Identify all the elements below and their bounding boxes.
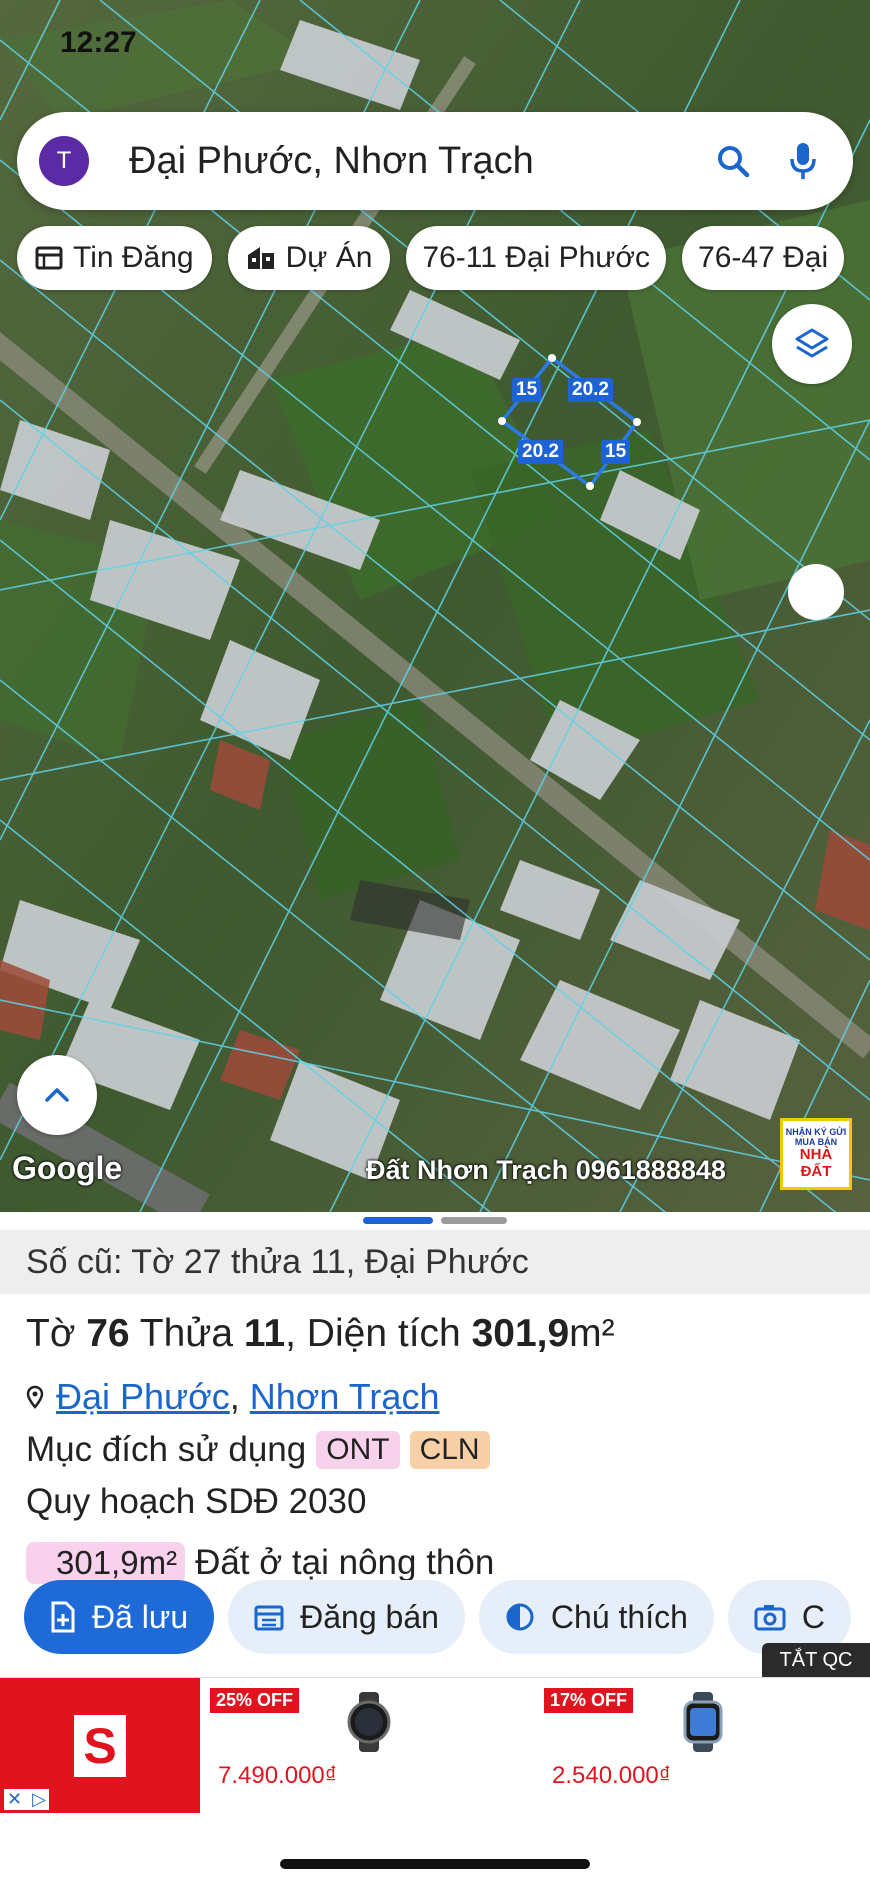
legend-label: Chú thích — [550, 1598, 688, 1635]
saved-button[interactable]: Đã lưu — [24, 1580, 215, 1654]
microphone-icon[interactable] — [775, 133, 831, 189]
chip-label: 76-47 Đại — [698, 241, 829, 274]
chip-label: 76-11 Đại Phước — [422, 241, 651, 274]
area-unit: m² — [569, 1312, 615, 1355]
ward-link[interactable]: Đại Phước — [56, 1376, 230, 1417]
parcel-edge-label: 20.2 — [518, 440, 563, 464]
location-pin-icon — [26, 1385, 44, 1409]
close-ad-button[interactable]: TẮT QC — [762, 1643, 870, 1677]
chip-label: Tin Đăng — [73, 241, 194, 274]
map-watermark: Đất Nhơn Trạch 0961888848 — [366, 1155, 726, 1185]
chip-recent-parcel[interactable]: 76-11 Đại Phước — [406, 226, 667, 290]
parcel-edge-label: 15 — [601, 440, 631, 464]
listing-icon — [35, 246, 63, 270]
discount-badge: 17% OFF — [544, 1688, 634, 1713]
chip-projects[interactable]: Dự Án — [227, 226, 391, 290]
chevron-up-icon — [45, 1088, 69, 1102]
offer-price: 7.490.000₫ — [218, 1762, 338, 1789]
sheet-grabber[interactable] — [0, 1217, 870, 1224]
land-use-plan-label: Quy hoạch SDĐ 2030 — [26, 1482, 367, 1521]
purpose-badge: CLN — [409, 1431, 490, 1469]
layers-button[interactable] — [772, 304, 852, 384]
file-add-icon — [51, 1601, 75, 1633]
chip-label: Dự Án — [285, 241, 373, 274]
title-prefix: Tờ — [26, 1312, 87, 1355]
agency-stamp-logo: NHẬN KÝ GỬI MUA BÁN NHÀ ĐẤT — [780, 1118, 852, 1190]
chip-recent-parcel[interactable]: 76-47 Đại — [682, 226, 845, 290]
discount-badge: 25% OFF — [210, 1688, 300, 1713]
ad-info[interactable]: ✕ ▷ — [4, 1789, 49, 1810]
parcel-edge-label: 15 — [512, 378, 542, 402]
brand-s-icon: S — [74, 1714, 126, 1777]
status-time: 12:27 — [60, 26, 137, 59]
filter-chips: Tin Đăng Dự Án 76-11 Đại Phước 76-47 Đại — [17, 226, 845, 290]
search-input[interactable]: Đại Phước, Nhơn Trạch — [129, 140, 705, 183]
parcel-address: Đại Phước, Nhơn Trạch — [26, 1376, 439, 1418]
camera-icon — [754, 1605, 786, 1631]
legend-button[interactable]: Chú thích — [478, 1580, 714, 1654]
chip-listings[interactable]: Tin Đăng — [17, 226, 212, 290]
ad-offer[interactable]: 25% OFF 7.490.000₫ — [210, 1688, 480, 1808]
location-marker[interactable] — [788, 564, 844, 620]
title-mid: Thửa — [129, 1312, 244, 1355]
plot-number: 11 — [243, 1312, 286, 1355]
district-link[interactable]: Nhơn Trạch — [250, 1376, 440, 1417]
satellite-map[interactable]: 15 20.2 20.2 15 12:27 T Đại Phước, Nhơn … — [0, 0, 870, 1212]
smartwatch-icon — [347, 1692, 391, 1752]
building-icon — [247, 247, 274, 269]
avatar[interactable]: T — [39, 136, 89, 186]
contrast-icon — [506, 1603, 534, 1631]
google-logo: Google — [12, 1150, 123, 1186]
land-use-purpose: Mục đích sử dụng ONT CLN — [26, 1430, 490, 1470]
purpose-badge: ONT — [316, 1431, 400, 1469]
saved-label: Đã lưu — [92, 1598, 189, 1635]
stamp-big-text: NHÀ ĐẤT — [799, 1146, 833, 1180]
parcel-title: Tờ 76 Thửa 11, Diện tích 301,9m² — [26, 1312, 615, 1356]
offer-price: 2.540.000₫ — [552, 1762, 672, 1789]
ad-banner[interactable]: S ✕ ▷ 25% OFF 7.490.000₫ 17% OFF 2.540.0… — [0, 1677, 870, 1813]
camera-label: C — [801, 1598, 825, 1635]
title-area-label: , Diện tích — [285, 1312, 472, 1355]
parcel-edge-label: 20.2 — [568, 378, 613, 402]
stamp-small-text: NHẬN KÝ GỬI MUA BÁN — [785, 1126, 847, 1147]
old-parcel-number: Số cũ: Tờ 27 thửa 11, Đại Phước — [0, 1230, 870, 1294]
grabber-active — [363, 1217, 433, 1224]
home-indicator[interactable] — [280, 1859, 590, 1869]
grabber-inactive — [441, 1217, 507, 1224]
sheet-number: 76 — [86, 1312, 130, 1355]
parcel-area: 301,9 — [471, 1312, 570, 1355]
search-icon[interactable] — [705, 133, 761, 189]
land-area-badge: 301,9m² — [26, 1542, 186, 1584]
land-type: Đất ở tại nông thôn — [195, 1543, 495, 1582]
calendar-list-icon — [254, 1605, 284, 1631]
layers-icon — [795, 328, 829, 358]
purpose-label: Mục đích sử dụng — [26, 1430, 307, 1469]
search-bar[interactable]: T Đại Phước, Nhơn Trạch — [17, 112, 853, 210]
post-for-sale-label: Đăng bán — [300, 1598, 439, 1635]
land-type-row: 301,9m² Đất ở tại nông thôn — [26, 1542, 494, 1584]
smartwatch-icon — [683, 1692, 723, 1752]
post-for-sale-button[interactable]: Đăng bán — [228, 1580, 465, 1654]
ad-offer[interactable]: 17% OFF 2.540.000₫ — [544, 1688, 814, 1808]
adchoices-icon[interactable]: ▷ — [29, 1789, 49, 1810]
app-root: 15 20.2 20.2 15 12:27 T Đại Phước, Nhơn … — [0, 0, 870, 1883]
close-icon[interactable]: ✕ — [4, 1789, 25, 1810]
expand-sheet-button[interactable] — [17, 1055, 97, 1135]
action-row: Đã lưu Đăng bán Chú thích C — [24, 1580, 851, 1654]
